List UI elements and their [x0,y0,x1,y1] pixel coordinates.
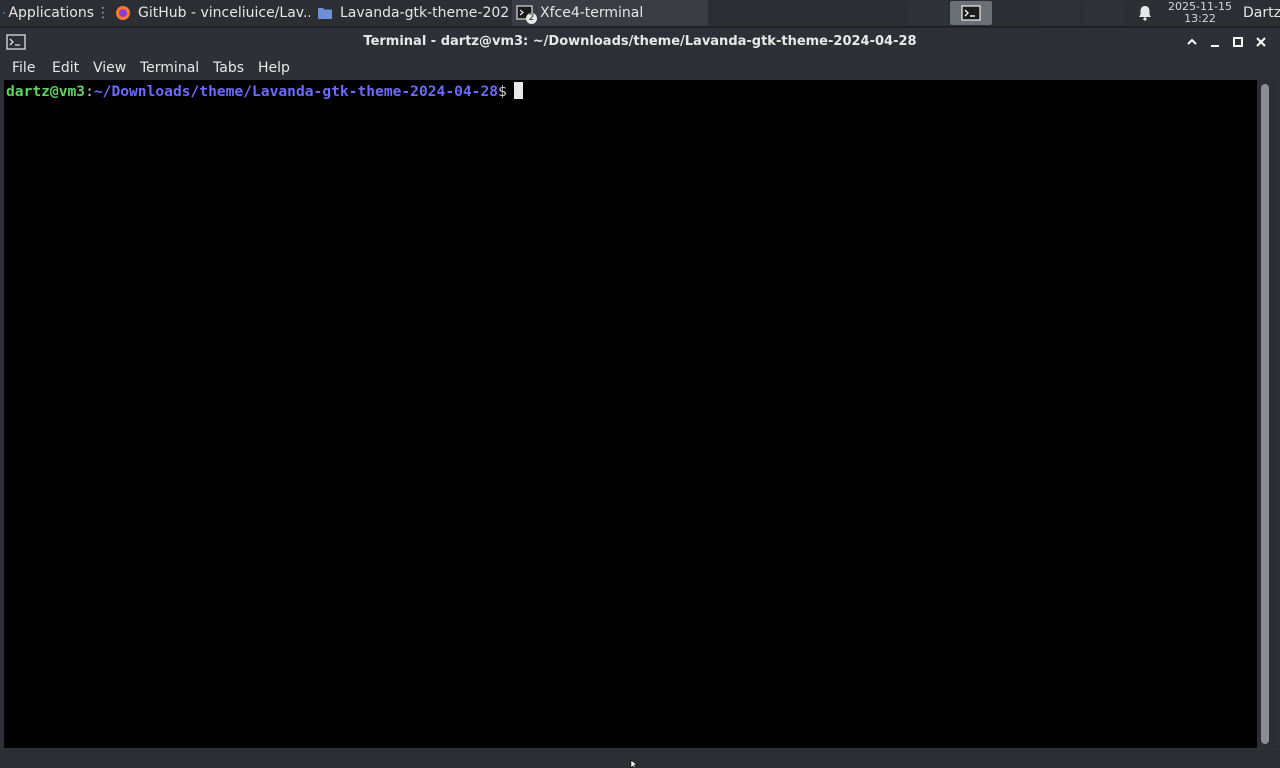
menu-file[interactable]: File [12,59,35,77]
clock[interactable]: 2025-11-15 13:22 [1162,1,1238,24]
top-panel: Applications ⋮ GitHub - vinceliuice/Lav.… [0,0,1280,26]
taskbar-item-terminal[interactable]: 2 Xfce4-terminal [512,0,708,26]
menu-view-label: View [93,60,127,76]
menu-separator-icon: ⋮ [96,5,110,21]
prompt-colon: : [85,83,94,100]
window-title: Terminal - dartz@vm3: ~/Downloads/theme/… [363,34,917,49]
terminal-area[interactable]: dartz@vm3:~/Downloads/theme/Lavanda-gtk-… [4,80,1257,748]
minimize-icon [1211,45,1219,47]
terminal-scrollbar[interactable] [1257,80,1276,748]
menu-edit[interactable]: Edit [52,59,79,77]
firefox-icon [114,4,132,22]
folder-icon [316,4,334,22]
chevron-up-icon [1187,38,1197,45]
mouse-pointer-icon [630,760,638,768]
prompt-dollar: $ [498,83,507,100]
shade-button[interactable] [1183,33,1201,51]
menu-tabs-label: Tabs [213,60,244,76]
menu-view[interactable]: View [93,59,126,77]
menu-terminal[interactable]: Terminal [140,59,199,77]
prompt-user-host: dartz@vm3 [6,83,86,100]
menu-tabs[interactable]: Tabs [213,59,244,77]
menu-help[interactable]: Help [258,59,290,77]
menu-terminal-label: Terminal [140,60,200,76]
menu-edit-label: Edit [52,60,80,76]
clock-date: 2025-11-15 [1168,0,1232,13]
applications-menu[interactable]: Applications ⋮ [0,0,110,26]
panel-separator [1040,1,1080,25]
clock-time: 13:22 [1184,11,1216,25]
taskbar-item-label: GitHub - vinceliuice/Lav... [138,5,310,21]
user-menu[interactable]: Dartz [1243,0,1280,26]
taskbar-item-label: Lavanda-gtk-theme-202... [340,5,510,21]
close-icon [1256,37,1266,47]
terminal-icon: 2 [516,4,537,24]
terminal-window: Terminal - dartz@vm3: ~/Downloads/theme/… [0,28,1280,750]
panel-separator [1084,1,1124,25]
shell-prompt: dartz@vm3:~/Downloads/theme/Lavanda-gtk-… [6,82,523,101]
text-cursor [513,82,523,99]
taskbar-item-firefox[interactable]: GitHub - vinceliuice/Lav... [110,0,310,26]
minimize-button[interactable] [1206,33,1224,51]
taskbar-item-label: Xfce4-terminal [540,5,644,21]
desktop-bottom-edge [0,750,1280,768]
terminal-icon [961,5,981,21]
maximize-icon [1233,37,1243,47]
menu-bar: File Edit View Terminal Tabs Help [0,56,1280,80]
notification-bell-icon[interactable] [1136,4,1154,22]
close-button[interactable] [1252,33,1270,51]
applications-label: Applications [8,5,94,21]
menu-file-label: File [12,60,36,76]
window-count-badge: 2 [526,13,537,24]
menu-help-label: Help [258,60,290,76]
xfce-mouse-icon [3,11,6,14]
scrollbar-thumb[interactable] [1261,84,1269,744]
title-bar[interactable]: Terminal - dartz@vm3: ~/Downloads/theme/… [0,28,1280,56]
prompt-path: ~/Downloads/theme/Lavanda-gtk-theme-2024… [93,83,499,100]
workspace-terminal-button[interactable] [950,1,992,25]
taskbar-item-file-manager[interactable]: Lavanda-gtk-theme-202... [312,0,510,26]
panel-separator [908,1,948,25]
maximize-button[interactable] [1229,33,1247,51]
